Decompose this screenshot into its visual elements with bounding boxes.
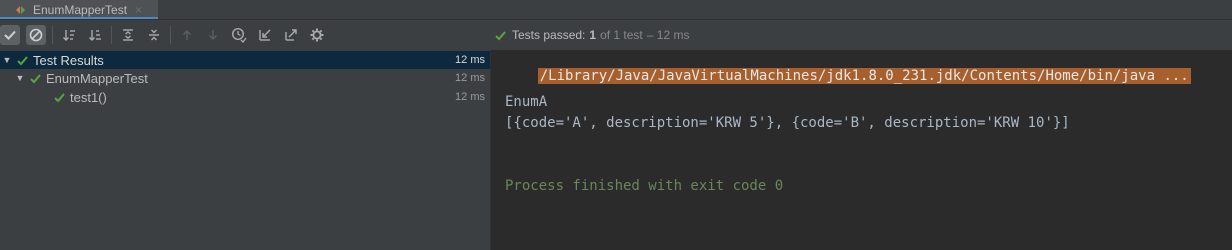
tree-item-enummappertest[interactable]: ▼ EnumMapperTest 12 ms [0, 69, 490, 87]
toolbar-separator [111, 26, 112, 44]
test-history-icon [231, 27, 247, 43]
export-tests-button[interactable] [281, 25, 301, 45]
passed-check-icon [494, 29, 507, 42]
expand-all-button[interactable] [118, 25, 138, 45]
status-duration: – 12 ms [646, 28, 690, 42]
console-output[interactable]: /Library/Java/JavaVirtualMachines/jdk1.8… [491, 50, 1232, 250]
show-ignored-icon [29, 28, 43, 42]
collapse-all-button[interactable] [144, 25, 164, 45]
sort-by-duration-button[interactable] [85, 25, 105, 45]
status-total: of 1 test [600, 28, 643, 42]
passed-check-icon [15, 53, 29, 67]
passed-check-icon [28, 71, 42, 85]
test-status-bar: Tests passed: 1 of 1 test – 12 ms [490, 20, 1232, 50]
tree-item-duration: 12 ms [455, 72, 485, 84]
tree-item-label: test1() [70, 89, 107, 105]
collapse-all-icon [149, 29, 159, 41]
show-ignored-button[interactable] [26, 25, 46, 45]
tree-item-test-results[interactable]: ▼ Test Results 12 ms [0, 51, 490, 69]
sort-alpha-icon [63, 30, 75, 41]
console-command-line: /Library/Java/JavaVirtualMachines/jdk1.8… [504, 52, 1191, 100]
previous-test-icon [183, 30, 191, 40]
console-exit-line: Process finished with exit code 0 [505, 178, 784, 194]
previous-failed-test-button[interactable] [177, 25, 197, 45]
expand-all-icon [123, 29, 133, 41]
run-tool-tab-bar: EnumMapperTest × [0, 0, 1232, 20]
settings-button[interactable] [307, 25, 327, 45]
console-output-line: EnumA [505, 94, 548, 110]
tree-item-test1[interactable]: test1() 12 ms [0, 88, 490, 106]
active-tab-indicator [0, 17, 158, 19]
passed-check-icon [52, 90, 66, 104]
tree-item-label: EnumMapperTest [46, 70, 148, 86]
expand-arrow-icon[interactable]: ▼ [2, 55, 12, 65]
test-history-button[interactable] [229, 25, 249, 45]
next-test-icon [209, 30, 217, 40]
run-config-icon [15, 4, 27, 16]
status-passed-count: 1 [589, 28, 597, 42]
run-tab-label: EnumMapperTest [33, 2, 128, 17]
run-tab-enummappertest[interactable]: EnumMapperTest × [0, 0, 158, 19]
export-tests-icon [285, 29, 297, 41]
test-results-tree: ▼ Test Results 12 ms ▼ EnumMapperTest 12… [0, 50, 490, 250]
tree-item-duration: 12 ms [455, 54, 485, 66]
toolbar-separator [170, 26, 171, 44]
import-tests-button[interactable] [255, 25, 275, 45]
status-prefix: Tests passed: [512, 28, 586, 42]
expand-arrow-icon[interactable]: ▼ [15, 73, 25, 83]
show-passed-button[interactable] [0, 25, 20, 45]
import-tests-icon [259, 29, 271, 41]
sort-alphabetically-button[interactable] [59, 25, 79, 45]
close-icon[interactable]: × [135, 3, 142, 17]
test-runner-toolbar [0, 20, 490, 50]
toolbar-separator [52, 26, 53, 44]
show-passed-icon [4, 30, 16, 40]
console-output-line: [{code='A', description='KRW 5'}, {code=… [505, 115, 1070, 131]
console-command-text: /Library/Java/JavaVirtualMachines/jdk1.8… [537, 68, 1191, 84]
tree-item-duration: 12 ms [455, 91, 485, 103]
settings-gear-icon [310, 28, 324, 42]
tree-item-label: Test Results [33, 52, 104, 68]
next-failed-test-button[interactable] [203, 25, 223, 45]
sort-duration-icon [89, 30, 101, 41]
